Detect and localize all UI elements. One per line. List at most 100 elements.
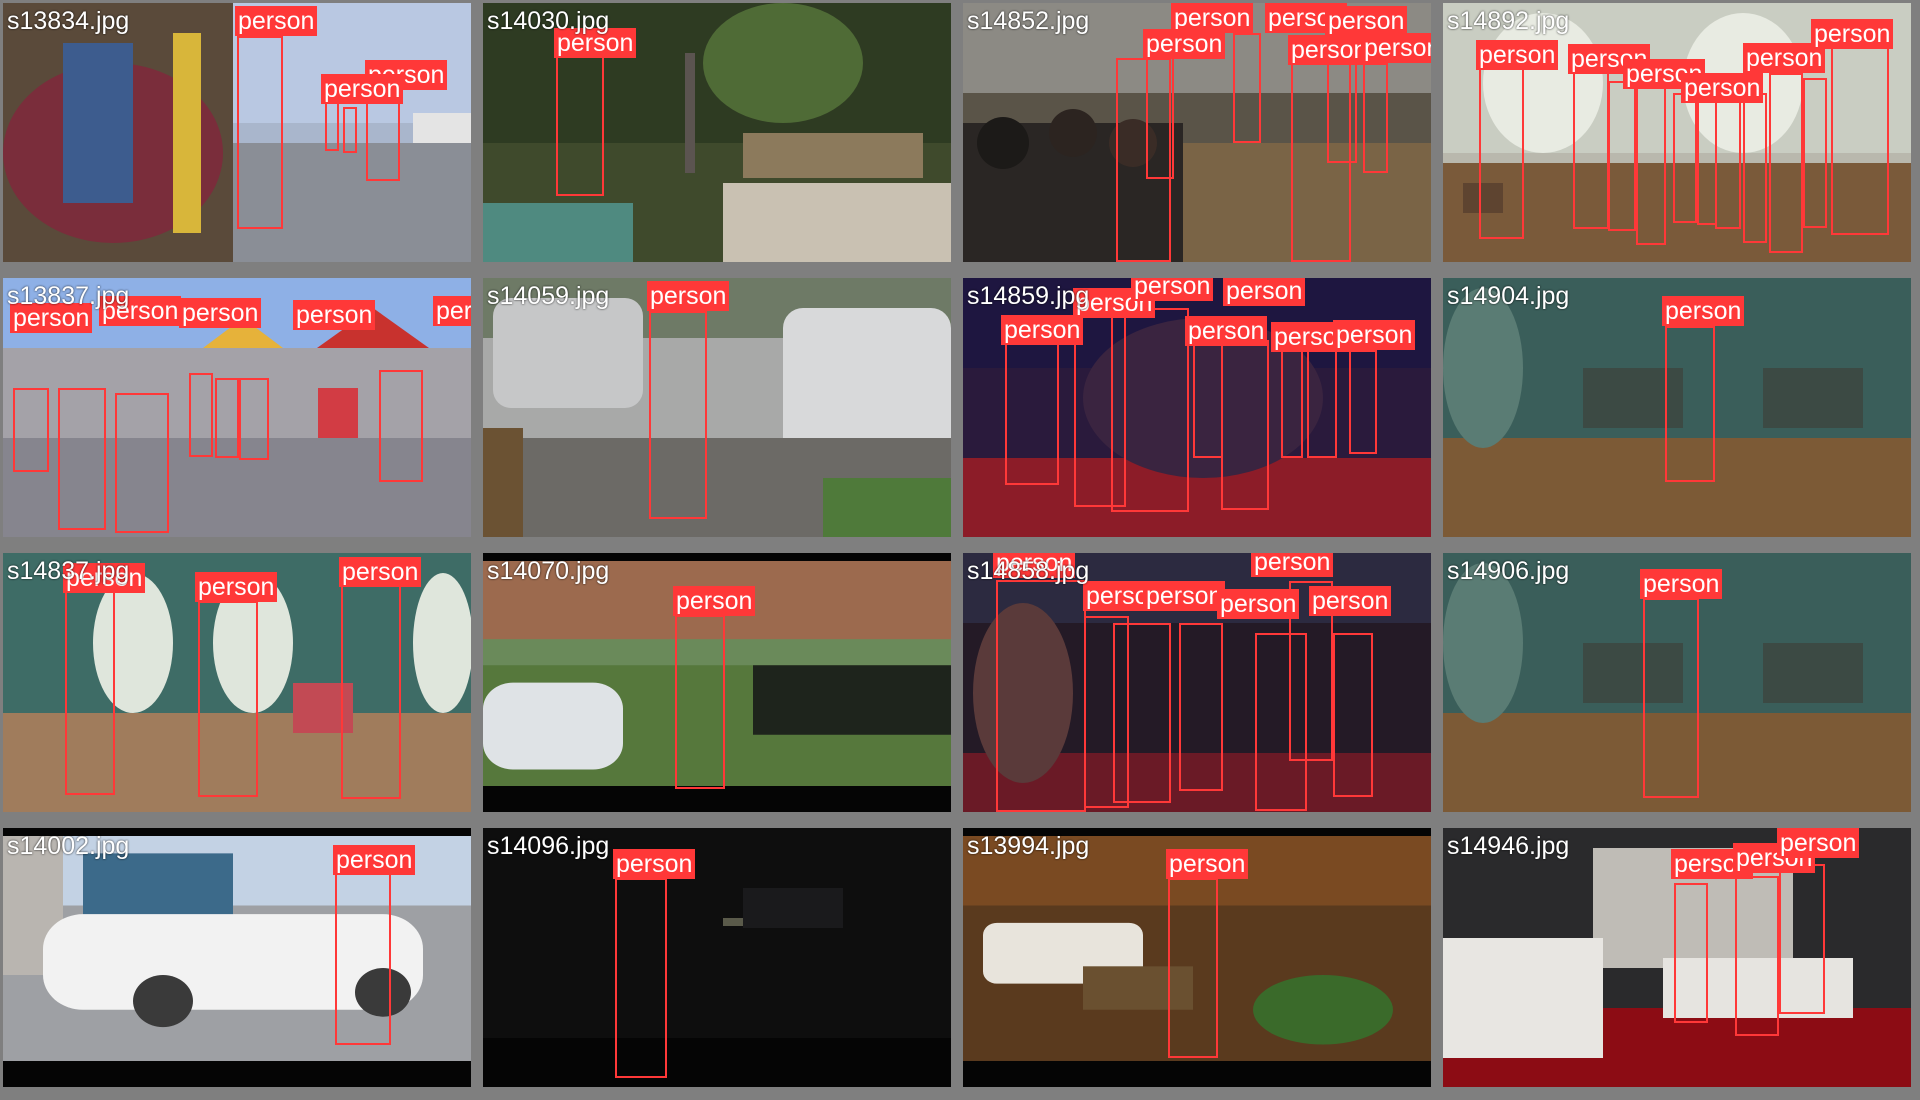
- detection-box: [1831, 45, 1889, 235]
- image-tile[interactable]: s14002.jpg person: [3, 828, 471, 1087]
- detection-box: [1779, 864, 1825, 1014]
- detection-box: [1769, 73, 1803, 253]
- detection-label: person: [179, 298, 262, 328]
- detection-label: person: [1217, 589, 1300, 619]
- detection-label: person: [333, 845, 416, 875]
- image-tile[interactable]: s14904.jpg person: [1443, 278, 1911, 537]
- detection-label: person: [1185, 316, 1268, 346]
- filename-label: s14946.jpg: [1447, 832, 1570, 860]
- image-tile[interactable]: s13837.jpg person person person person p…: [3, 278, 471, 537]
- detection-box: [325, 101, 339, 151]
- detection-box: [1327, 53, 1357, 163]
- detection-label: person: [1681, 73, 1764, 103]
- image-tile[interactable]: s14070.jpg person: [483, 553, 951, 812]
- detection-box: [115, 393, 169, 533]
- detection-box: [1116, 58, 1171, 262]
- detection-box: [675, 615, 725, 789]
- filename-label: s13834.jpg: [7, 7, 130, 35]
- filename-label: s14059.jpg: [487, 282, 610, 310]
- filename-label: s14906.jpg: [1447, 557, 1570, 585]
- filename-label: s14859.jpg: [967, 282, 1090, 310]
- image-tile[interactable]: s14030.jpg person: [483, 3, 951, 262]
- detection-label: person: [1166, 849, 1249, 879]
- image-tile[interactable]: s14837.jpg person person person: [3, 553, 471, 812]
- detection-box: [556, 46, 604, 196]
- image-tile[interactable]: s13994.jpg person: [963, 828, 1431, 1087]
- detection-box: [379, 370, 423, 482]
- detection-box: [1113, 623, 1171, 803]
- detection-box: [1168, 878, 1218, 1058]
- detection-box: [1697, 95, 1717, 225]
- detection-box: [343, 107, 357, 153]
- detection-label: person: [1777, 828, 1860, 858]
- detection-box: [335, 873, 391, 1045]
- filename-label: s14892.jpg: [1447, 7, 1570, 35]
- detection-box: [1735, 876, 1779, 1036]
- detection-label: person: [1288, 35, 1371, 65]
- detection-box: [1363, 63, 1388, 173]
- detection-label: person: [1640, 569, 1723, 599]
- detection-box: [1193, 344, 1223, 458]
- detection-box: [13, 388, 49, 472]
- detection-box: [615, 878, 667, 1078]
- detection-box: [1349, 350, 1377, 454]
- detection-box: [1111, 308, 1189, 512]
- detection-label: person: [433, 296, 471, 326]
- filename-label: s14096.jpg: [487, 832, 610, 860]
- detection-label: person: [1223, 278, 1306, 306]
- detection-label: person: [235, 6, 318, 36]
- detection-box: [1281, 348, 1303, 458]
- detection-box: [1221, 340, 1269, 510]
- detection-label: person: [1325, 6, 1408, 36]
- image-tile[interactable]: s14096.jpg person: [483, 828, 951, 1087]
- image-tile[interactable]: s14858.jpg person person person person p…: [963, 553, 1431, 812]
- detection-label: person: [1143, 581, 1226, 611]
- detection-box: [58, 388, 106, 530]
- filename-label: s14852.jpg: [967, 7, 1090, 35]
- detection-box: [1333, 633, 1373, 797]
- detection-box: [1233, 33, 1261, 143]
- detection-box: [1573, 69, 1609, 229]
- detection-box: [1307, 348, 1337, 458]
- detection-box: [996, 580, 1086, 812]
- image-tile[interactable]: s13834.jpg person person person: [3, 3, 471, 262]
- detection-box: [239, 378, 269, 460]
- image-tile[interactable]: s14946.jpg person person person: [1443, 828, 1911, 1087]
- detection-box: [1674, 883, 1708, 1023]
- detection-box: [1743, 93, 1767, 243]
- detection-box: [1643, 598, 1699, 798]
- detection-label: person: [1143, 29, 1226, 59]
- detection-box: [1179, 623, 1223, 791]
- detection-label: person: [293, 300, 376, 330]
- image-tile[interactable]: s14852.jpg person person person person p…: [963, 3, 1431, 262]
- filename-label: s14030.jpg: [487, 7, 610, 35]
- detection-box: [1665, 326, 1715, 482]
- detection-label: person: [1309, 586, 1392, 616]
- detection-label: person: [339, 557, 422, 587]
- detection-label: person: [673, 586, 756, 616]
- detection-box: [341, 585, 401, 799]
- filename-label: s13994.jpg: [967, 832, 1090, 860]
- image-tile[interactable]: s14892.jpg person person person person p…: [1443, 3, 1911, 262]
- detection-box: [649, 311, 707, 519]
- detection-box: [1803, 78, 1827, 228]
- detection-box: [237, 36, 283, 229]
- detection-box: [65, 591, 115, 795]
- scene-thumbnail: [483, 828, 951, 1087]
- image-tile[interactable]: s14059.jpg person: [483, 278, 951, 537]
- detection-label: person: [1001, 315, 1084, 345]
- detection-box: [189, 373, 213, 457]
- filename-label: s14837.jpg: [7, 557, 130, 585]
- detection-box: [198, 601, 258, 797]
- filename-label: s14904.jpg: [1447, 282, 1570, 310]
- detection-label: person: [647, 281, 730, 311]
- detection-box: [1715, 99, 1741, 229]
- scene-thumbnail: [483, 278, 951, 537]
- image-tile[interactable]: s14906.jpg person: [1443, 553, 1911, 812]
- detection-box: [1479, 55, 1524, 239]
- mosaic-grid: s13834.jpg person person person s14030.j…: [0, 0, 1920, 1100]
- image-tile[interactable]: s14859.jpg person person person person p…: [963, 278, 1431, 537]
- detection-box: [1636, 75, 1666, 245]
- detection-label: person: [1361, 33, 1431, 63]
- detection-label: person: [1333, 320, 1416, 350]
